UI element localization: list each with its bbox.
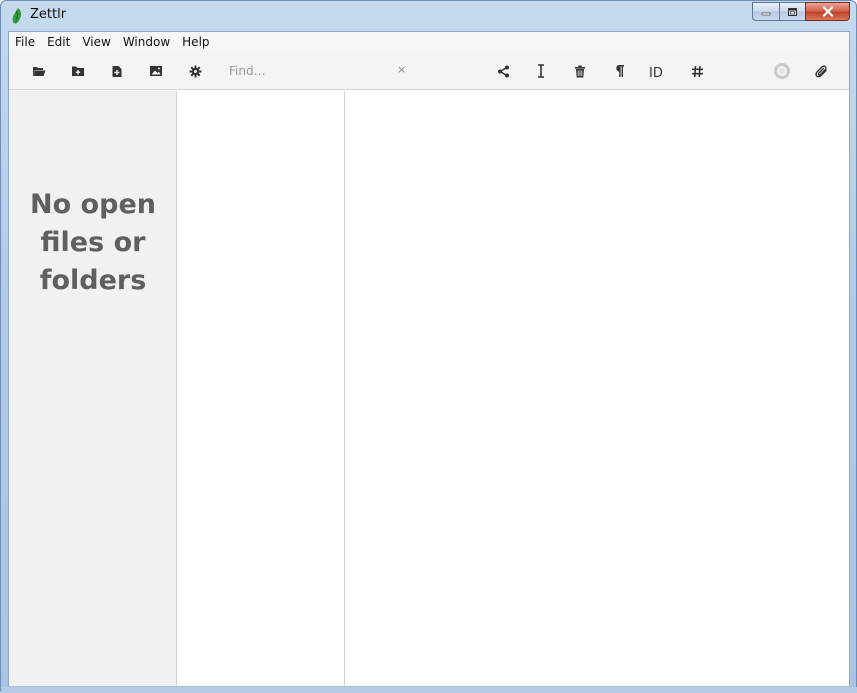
editor-pane[interactable] bbox=[345, 91, 849, 686]
window-title: Zettlr bbox=[30, 7, 67, 22]
minimize-button[interactable] bbox=[752, 2, 779, 21]
menu-file[interactable]: File bbox=[9, 32, 41, 52]
empty-message-line: files or bbox=[40, 227, 146, 258]
minimize-icon bbox=[761, 12, 771, 15]
pilcrow-button[interactable] bbox=[608, 61, 630, 81]
empty-directories-message: No open files or folders bbox=[9, 186, 177, 300]
empty-message-line: folders bbox=[39, 265, 147, 296]
new-folder-button[interactable] bbox=[67, 61, 89, 81]
menu-window[interactable]: Window bbox=[117, 32, 176, 52]
pomodoro-button[interactable] bbox=[771, 61, 793, 81]
close-button[interactable] bbox=[805, 2, 850, 21]
settings-button[interactable] bbox=[184, 61, 206, 81]
hashtag-button[interactable] bbox=[686, 61, 708, 81]
attachments-button[interactable] bbox=[810, 61, 832, 81]
delete-button[interactable] bbox=[569, 61, 591, 81]
trash-icon bbox=[575, 65, 585, 77]
maximize-icon bbox=[788, 7, 797, 16]
share-button[interactable] bbox=[492, 61, 514, 81]
attachment-icon bbox=[814, 64, 827, 77]
window-controls bbox=[752, 2, 850, 21]
new-file-button[interactable] bbox=[106, 61, 128, 81]
client-area: File Edit View Window Help Find… × ID No… bbox=[8, 31, 850, 686]
id-icon: ID bbox=[649, 66, 663, 78]
new-file-icon bbox=[112, 65, 122, 77]
open-folder-button[interactable] bbox=[28, 61, 50, 81]
search-input[interactable] bbox=[221, 59, 411, 83]
text-cursor-button[interactable] bbox=[530, 61, 552, 81]
app-window: Zettlr File Edit View Window Help Find… … bbox=[0, 0, 857, 693]
close-icon bbox=[822, 6, 833, 17]
directory-pane[interactable]: No open files or folders bbox=[9, 91, 177, 686]
pomodoro-icon bbox=[774, 63, 790, 79]
folder-open-icon bbox=[33, 67, 46, 76]
insert-image-button[interactable] bbox=[145, 61, 167, 81]
image-icon bbox=[150, 66, 162, 76]
text-cursor-icon bbox=[538, 64, 544, 78]
menu-help[interactable]: Help bbox=[176, 32, 215, 52]
maximize-button[interactable] bbox=[779, 2, 805, 21]
title-bar[interactable]: Zettlr bbox=[1, 1, 856, 31]
zettlr-logo-icon bbox=[12, 8, 21, 24]
new-folder-icon bbox=[72, 66, 84, 76]
file-list-pane[interactable] bbox=[177, 91, 345, 686]
pilcrow-icon bbox=[615, 65, 624, 77]
search-box: × bbox=[221, 59, 411, 83]
hashtag-icon bbox=[691, 65, 703, 77]
menu-bar: File Edit View Window Help bbox=[9, 32, 849, 52]
insert-id-button[interactable]: ID bbox=[647, 61, 669, 81]
empty-message-line: No open bbox=[30, 189, 156, 220]
share-icon bbox=[497, 65, 509, 77]
toolbar: × bbox=[9, 52, 849, 90]
menu-view[interactable]: View bbox=[76, 32, 116, 52]
menu-edit[interactable]: Edit bbox=[41, 32, 76, 52]
gear-icon bbox=[189, 65, 201, 77]
window-bottom-border bbox=[1, 687, 857, 693]
id-icon-label: ID bbox=[649, 66, 663, 78]
search-clear-button[interactable]: × bbox=[397, 63, 406, 76]
